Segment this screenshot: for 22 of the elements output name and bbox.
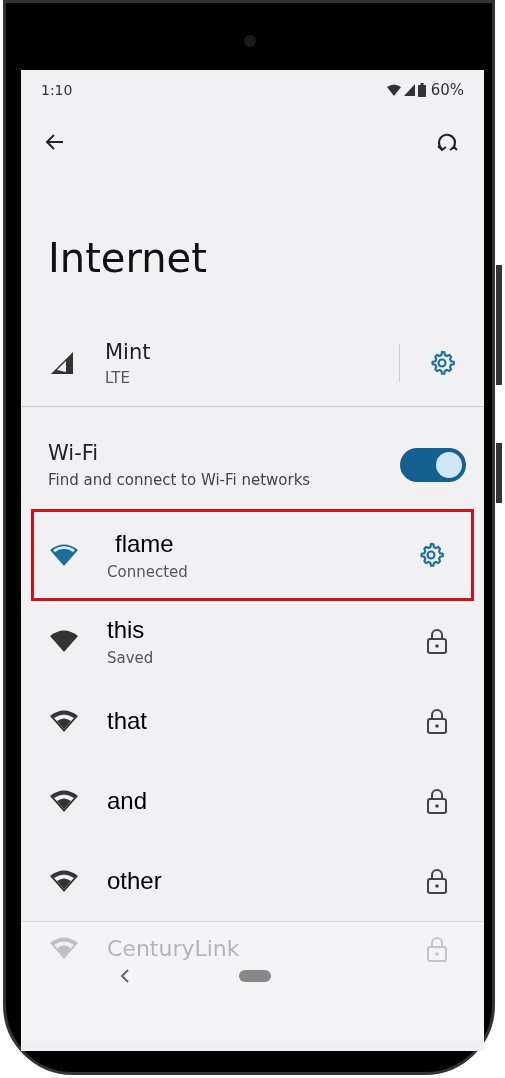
network-name[interactable]: that: [107, 707, 426, 735]
battery-percent: 60%: [430, 81, 464, 99]
wifi-icon: [386, 84, 401, 96]
network-type: LTE: [105, 368, 131, 387]
wifi-label: Wi-Fi: [48, 441, 100, 465]
nav-back-icon[interactable]: [119, 968, 131, 984]
network-status: Saved: [107, 648, 155, 667]
wifi-toggle[interactable]: [400, 448, 466, 482]
page-title: Internet: [48, 238, 208, 278]
home-handle[interactable]: [239, 970, 271, 982]
network-name[interactable]: flame: [115, 529, 417, 558]
network-name[interactable]: this: [107, 615, 426, 644]
signal-icon: [403, 84, 415, 96]
network-name[interactable]: other: [107, 867, 426, 895]
wifi-description: Find and connect to Wi-Fi networks: [48, 471, 311, 489]
camera-icon: [244, 35, 256, 47]
network-status: Connected: [107, 562, 189, 581]
status-time: 1:10: [41, 82, 73, 98]
battery-icon: [417, 83, 426, 97]
signal-icon: [49, 350, 75, 376]
carrier-name: Mint: [105, 339, 152, 364]
network-name[interactable]: and: [107, 787, 426, 815]
